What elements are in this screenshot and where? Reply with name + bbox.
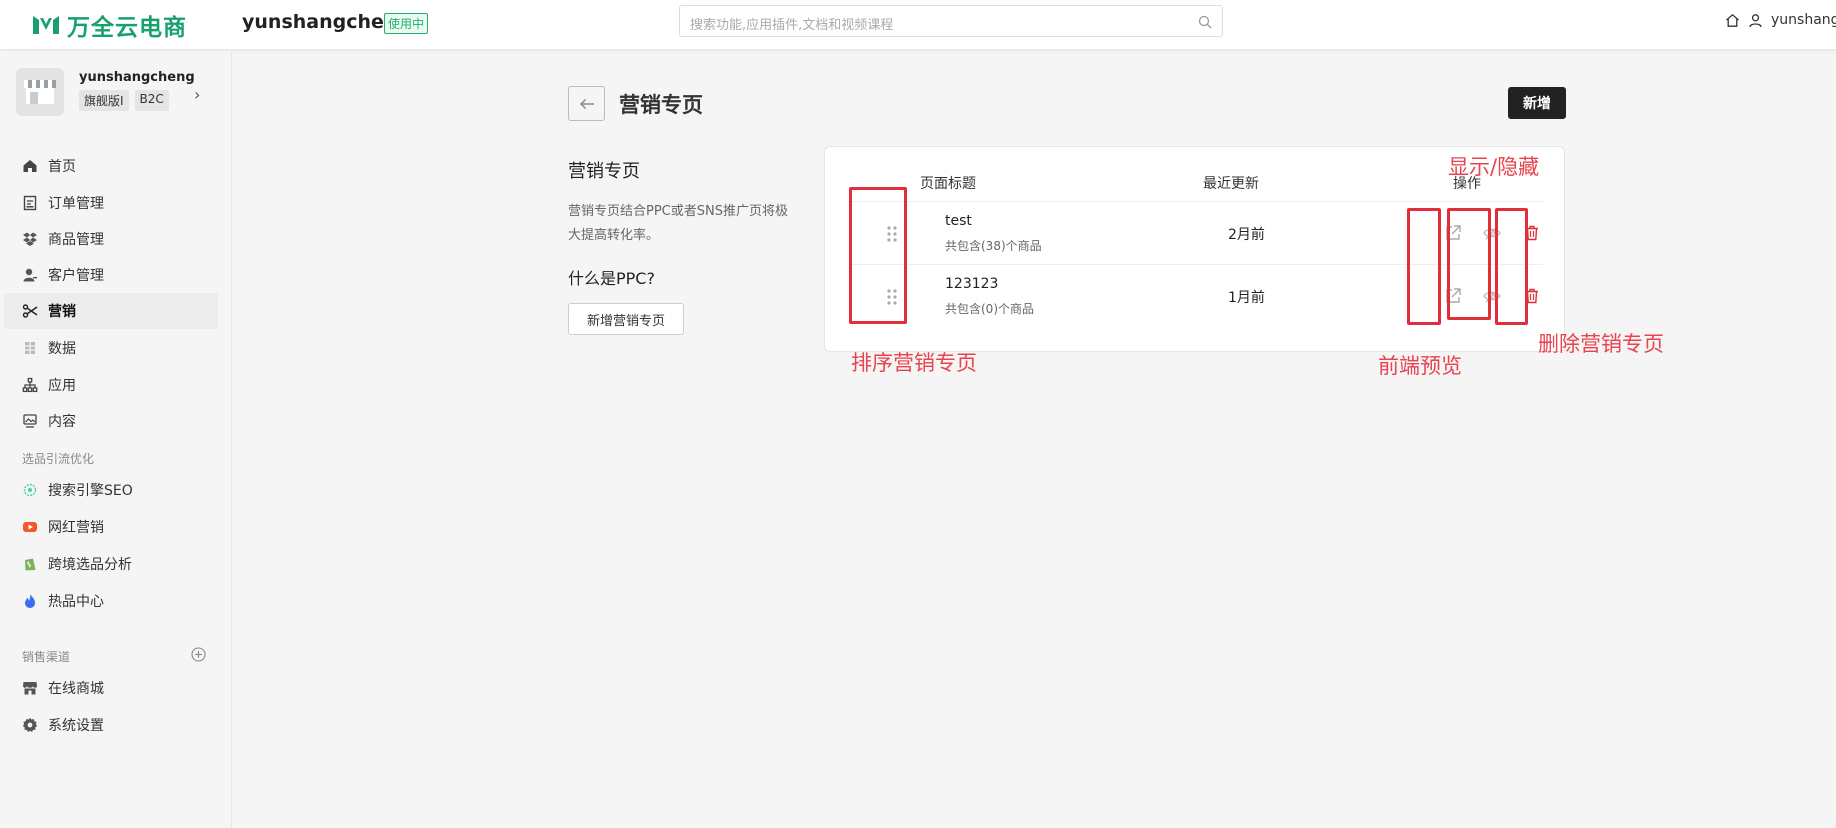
logo-text: 万全云电商 [67, 15, 187, 41]
search-icon[interactable] [1198, 15, 1212, 29]
content-icon [23, 414, 37, 428]
product-icon [23, 232, 37, 246]
back-button[interactable] [568, 86, 605, 121]
sidebar-item-label: 应用 [48, 378, 76, 394]
chevron-right-icon[interactable]: › [194, 85, 200, 104]
row-product-count: 共包含(0)个商品 [945, 302, 1034, 316]
sidebar-item-influencer[interactable]: 网红营销 [4, 509, 218, 545]
youtube-icon [23, 522, 37, 532]
intro-title: 营销专页 [568, 161, 640, 182]
sidebar-item-label: 营销 [48, 304, 76, 320]
annotation-box-toggle [1447, 208, 1491, 320]
shop-tags: 旗舰版I B2C [79, 90, 169, 111]
sidebar-item-home[interactable]: 首页 [4, 148, 218, 184]
top-bar: 万全云电商 yunshangcheng 使用中 搜索功能,应用插件,文档和视频课… [0, 0, 1836, 50]
sidebar-item-label: 商品管理 [48, 232, 104, 248]
intro-description: 营销专页结合PPC或者SNS推广页将极大提高转化率。 [568, 204, 788, 243]
sidebar-item-label: 订单管理 [48, 196, 104, 212]
sidebar-item-product-analysis[interactable]: 跨境选品分析 [4, 546, 218, 582]
shopify-icon [25, 558, 36, 571]
sidebar-item-apps[interactable]: 应用 [4, 367, 218, 403]
store-icon [23, 682, 37, 695]
new-marketing-page-button[interactable]: 新增营销专页 [568, 303, 684, 335]
section-title-optimization: 选品引流优化 [22, 452, 95, 466]
column-header-updated: 最近更新 [1203, 176, 1259, 192]
home-icon [23, 160, 37, 172]
row-updated: 2月前 [1228, 227, 1265, 243]
settings-icon [22, 717, 38, 732]
sidebar-item-hot-products[interactable]: 热品中心 [4, 583, 218, 619]
store-status-badge: 使用中 [384, 13, 429, 34]
seo-icon [23, 483, 37, 497]
shop-avatar [16, 68, 64, 116]
annotation-label-sort: 排序营销专页 [851, 351, 977, 375]
sidebar-item-products[interactable]: 商品管理 [4, 221, 218, 257]
sidebar-item-seo[interactable]: 搜索引擎SEO [4, 472, 218, 508]
shop-card[interactable]: yunshangcheng 旗舰版I B2C › [16, 68, 216, 123]
customer-icon [23, 268, 37, 282]
shop-type-tag: B2C [134, 90, 169, 111]
marketing-icon [22, 304, 38, 318]
annotation-box-delete [1495, 208, 1528, 325]
sidebar-item-content[interactable]: 内容 [4, 403, 218, 439]
annotation-box-preview [1407, 208, 1441, 325]
shop-name: yunshangcheng [79, 70, 195, 85]
sidebar-item-label: 跨境选品分析 [48, 557, 132, 573]
add-channel-icon[interactable] [191, 647, 206, 662]
annotation-label-toggle: 显示/隐藏 [1448, 155, 1540, 179]
section-title-channels: 销售渠道 [22, 650, 71, 664]
sidebar-item-label: 系统设置 [48, 718, 104, 734]
sidebar-item-label: 内容 [48, 414, 76, 430]
sidebar-item-label: 搜索引擎SEO [48, 483, 133, 499]
sidebar-item-settings[interactable]: 系统设置 [4, 707, 218, 743]
order-icon [23, 195, 37, 211]
row-updated: 1月前 [1228, 290, 1265, 306]
add-button[interactable]: 新增 [1508, 87, 1566, 119]
sidebar-item-label: 热品中心 [48, 594, 104, 610]
sidebar-item-label: 在线商城 [48, 681, 104, 697]
apps-icon [22, 377, 38, 393]
search-placeholder: 搜索功能,应用插件,文档和视频课程 [690, 18, 894, 33]
sidebar-item-label: 首页 [48, 159, 76, 175]
sidebar-item-label: 网红营销 [48, 520, 104, 536]
logo-icon [33, 16, 59, 34]
sidebar-item-marketing[interactable]: 营销 [4, 293, 218, 329]
sidebar: yunshangcheng 旗舰版I B2C › 首页 订单管理 商品管理 客户… [0, 51, 232, 828]
fire-icon [25, 594, 35, 608]
search-input[interactable]: 搜索功能,应用插件,文档和视频课程 [679, 5, 1223, 37]
sidebar-item-orders[interactable]: 订单管理 [4, 185, 218, 221]
home-icon[interactable] [1725, 13, 1740, 28]
arrow-left-icon [579, 98, 594, 109]
sidebar-item-data[interactable]: 数据 [4, 330, 218, 366]
column-header-title: 页面标题 [920, 176, 976, 192]
top-right-controls: yunshangcheng [1725, 12, 1836, 28]
page-title: 营销专页 [619, 93, 703, 117]
sidebar-item-online-store[interactable]: 在线商城 [4, 670, 218, 706]
shop-plan-tag: 旗舰版I [79, 90, 129, 111]
row-title[interactable]: test [945, 213, 972, 229]
sidebar-item-label: 数据 [48, 341, 76, 357]
sidebar-item-customers[interactable]: 客户管理 [4, 257, 218, 293]
annotation-box-sort [849, 187, 907, 324]
logo[interactable]: 万全云电商 [31, 8, 187, 42]
annotation-label-preview: 前端预览 [1378, 354, 1462, 378]
user-icon[interactable] [1748, 13, 1763, 28]
row-title[interactable]: 123123 [945, 276, 998, 292]
user-name[interactable]: yunshangcheng [1771, 12, 1836, 28]
sidebar-item-label: 客户管理 [48, 268, 104, 284]
row-product-count: 共包含(38)个商品 [945, 239, 1042, 253]
ppc-link[interactable]: 什么是PPC? [568, 265, 655, 289]
data-icon [25, 342, 35, 354]
annotation-label-delete: 删除营销专页 [1538, 332, 1664, 356]
